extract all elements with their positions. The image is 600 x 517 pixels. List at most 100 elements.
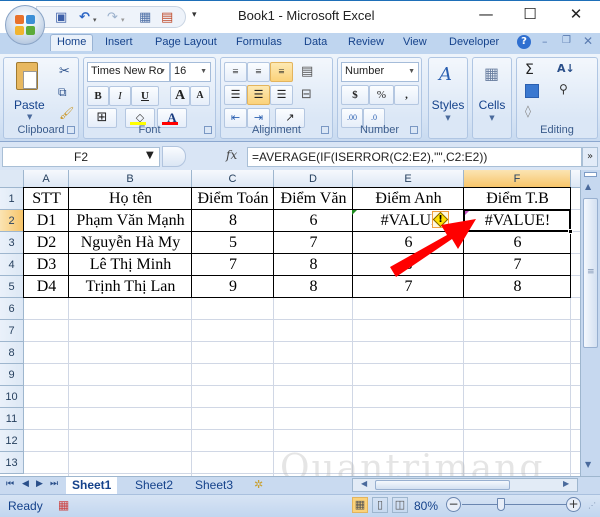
page-break-view-button[interactable]: ◫ [392, 497, 408, 513]
fill-icon[interactable] [525, 84, 539, 98]
horizontal-scrollbar[interactable]: ◀ ▶ [352, 478, 578, 492]
row-header-9[interactable]: 9 [0, 364, 24, 386]
align-right-button[interactable]: ☰ [270, 85, 293, 105]
percent-button[interactable]: % [369, 85, 394, 105]
first-sheet-icon[interactable]: ⏮ [6, 479, 14, 489]
align-middle-button[interactable]: ≡ [247, 62, 270, 82]
tab-view[interactable]: View [403, 36, 427, 48]
macro-record-icon[interactable]: ▦ [58, 498, 69, 512]
scroll-up-icon[interactable]: ▲ [585, 182, 591, 191]
row-header-10[interactable]: 10 [0, 386, 24, 408]
sort-filter-icon[interactable]: A↓ [557, 62, 575, 75]
cells-group[interactable]: ▦ Cells ▼ [472, 57, 512, 139]
tab-data[interactable]: Data [304, 36, 327, 48]
insert-sheet-icon[interactable]: ✲ [254, 478, 263, 491]
shrink-font-button[interactable]: A [190, 86, 210, 106]
calculator-icon[interactable]: ▦ [139, 10, 151, 25]
zoom-out-button[interactable]: − [446, 497, 461, 512]
formula-bar-handle[interactable] [162, 146, 186, 167]
help-icon[interactable]: ? [517, 35, 531, 49]
paste-icon[interactable] [16, 62, 38, 90]
align-center-button[interactable]: ☰ [247, 85, 270, 105]
align-left-button[interactable]: ☰ [224, 85, 247, 105]
row-header-3[interactable]: 3 [0, 232, 24, 254]
tab-insert[interactable]: Insert [105, 36, 133, 48]
font-name-input[interactable]: Times New Ro ▼ [87, 62, 170, 82]
row-header-7[interactable]: 7 [0, 320, 24, 342]
save-icon[interactable]: ▣ [55, 10, 67, 25]
vertical-scroll-thumb[interactable]: ≡ [583, 198, 598, 348]
insert-function-icon[interactable]: fx [226, 148, 237, 162]
row-header-2[interactable]: 2 [0, 210, 24, 232]
column-header-f[interactable]: F [464, 170, 571, 188]
merge-center-icon[interactable]: ⊟ [301, 87, 312, 102]
name-box[interactable]: F2 [2, 147, 160, 167]
column-header-d[interactable]: D [274, 170, 353, 188]
cell-a3[interactable]: D2 [24, 232, 69, 254]
row-header-11[interactable]: 11 [0, 408, 24, 430]
split-box[interactable] [584, 172, 597, 177]
cell-f3[interactable]: 6 [464, 232, 571, 254]
column-header-e[interactable]: E [353, 170, 464, 188]
cell-b4[interactable]: Lê Thị Minh [69, 254, 192, 276]
row-header-8[interactable]: 8 [0, 342, 24, 364]
header-cell-a1[interactable]: STT [24, 188, 69, 210]
form-icon[interactable]: ▤ [161, 10, 173, 25]
font-size-input[interactable]: 16 ▼ [170, 62, 211, 82]
redo-dropdown-icon[interactable]: ▾ [121, 13, 125, 28]
sheet-tab-sheet2[interactable]: Sheet2 [135, 477, 173, 494]
cell-a5[interactable]: D4 [24, 276, 69, 298]
cut-icon[interactable]: ✂ [59, 64, 70, 79]
formula-input[interactable]: =AVERAGE(IF(ISERROR(C2:E2),"",C2:E2)) [247, 147, 582, 167]
paste-dropdown-icon[interactable]: ▼ [27, 113, 32, 121]
column-header-a[interactable]: A [24, 170, 69, 188]
zoom-slider-track[interactable] [462, 504, 566, 505]
alignment-launcher-icon[interactable] [321, 126, 329, 134]
minimize-button[interactable]: — [471, 5, 501, 23]
cells-dropdown-icon[interactable]: ▼ [473, 114, 511, 122]
tab-formulas[interactable]: Formulas [236, 36, 282, 48]
ribbon-minimize-icon[interactable]: – [542, 35, 548, 48]
expand-formula-bar-icon[interactable]: » [582, 147, 598, 167]
ribbon-close-icon[interactable]: ✕ [583, 34, 593, 48]
page-layout-view-button[interactable]: ▯ [372, 497, 388, 513]
cell-b5[interactable]: Trịnh Thị Lan [69, 276, 192, 298]
clipboard-launcher-icon[interactable] [67, 126, 75, 134]
cell-d4[interactable]: 8 [274, 254, 353, 276]
row-header-4[interactable]: 4 [0, 254, 24, 276]
align-bottom-button[interactable]: ≡ [270, 62, 293, 82]
scroll-left-icon[interactable]: ◀ [361, 479, 367, 488]
cell-b2[interactable]: Phạm Văn Mạnh [69, 210, 192, 232]
zoom-slider-thumb[interactable] [497, 498, 505, 511]
cell-c4[interactable]: 7 [192, 254, 274, 276]
maximize-button[interactable]: ☐ [515, 5, 545, 23]
tab-review[interactable]: Review [348, 36, 384, 48]
office-button[interactable] [5, 5, 45, 45]
header-cell-f1[interactable]: Điểm T.B [464, 188, 571, 210]
cell-c2[interactable]: 8 [192, 210, 274, 232]
cell-a2[interactable]: D1 [24, 210, 69, 232]
cell-c5[interactable]: 9 [192, 276, 274, 298]
name-box-dropdown-icon[interactable]: ▼ [146, 150, 154, 161]
font-launcher-icon[interactable] [204, 126, 212, 134]
cell-d3[interactable]: 7 [274, 232, 353, 254]
row-header-5[interactable]: 5 [0, 276, 24, 298]
cell-d2[interactable]: 6 [274, 210, 353, 232]
column-header-b[interactable]: B [69, 170, 192, 188]
align-top-button[interactable]: ≡ [224, 62, 247, 82]
cell-a4[interactable]: D3 [24, 254, 69, 276]
column-header-c[interactable]: C [192, 170, 274, 188]
redo-icon[interactable]: ↷ [107, 10, 118, 25]
next-sheet-icon[interactable]: ▶ [36, 479, 43, 489]
undo-icon[interactable]: ↶ [79, 10, 90, 25]
underline-button[interactable]: U [131, 86, 159, 106]
italic-button[interactable]: I [109, 86, 131, 106]
copy-icon[interactable]: ⧉ [58, 85, 67, 100]
customize-qat-icon[interactable]: ▾ [192, 10, 197, 20]
sheet-tab-sheet1[interactable]: Sheet1 [66, 477, 118, 494]
prev-sheet-icon[interactable]: ◀ [22, 479, 29, 489]
tab-page-layout[interactable]: Page Layout [155, 36, 217, 48]
column-header-g[interactable] [571, 170, 580, 188]
cells-button[interactable]: Cells [473, 98, 511, 112]
ribbon-restore-icon[interactable]: ❐ [562, 35, 571, 46]
